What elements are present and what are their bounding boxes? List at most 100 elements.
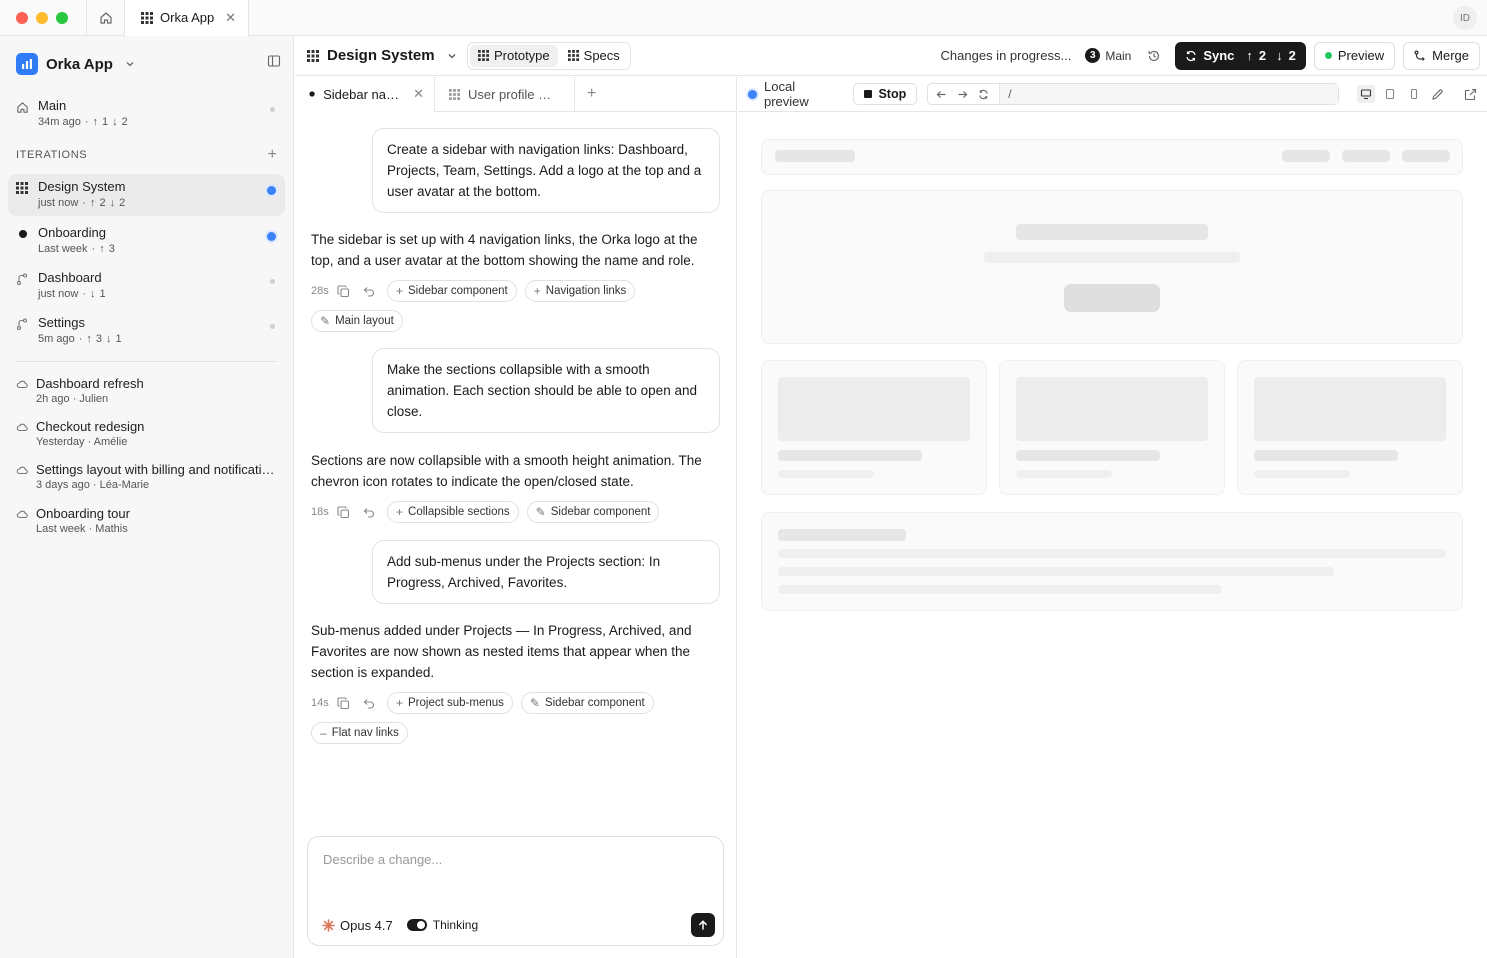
history-item-onboarding-tour[interactable]: Onboarding tour Last week · Mathis [16,506,277,535]
grid-icon [307,49,319,62]
change-chip[interactable]: + Sidebar component [387,280,517,302]
reload-button[interactable] [978,89,989,100]
history-item-settings-layout[interactable]: Settings layout with billing and notific… [16,462,277,491]
send-button[interactable] [691,913,715,937]
preview-button[interactable]: Preview [1313,41,1396,70]
grid-icon [478,50,489,61]
sidebar-item-dashboard[interactable]: Dashboard just now · ↓ 1 [8,265,285,307]
composer[interactable]: Describe a change... Opus 4.7 Thinking [307,836,724,946]
copy-button[interactable] [337,284,350,298]
undo-icon [363,698,374,709]
copy-icon [337,284,350,297]
up-count: 2 [99,197,106,209]
plus-icon: + [396,284,404,298]
history-cloud-icon [16,423,28,432]
preview-label: Preview [1337,48,1385,63]
filled-dot-icon [19,230,27,238]
time-text: just now [38,197,79,209]
project-switcher[interactable]: Design System [295,47,467,64]
arrow-up-icon: ↑ [92,116,98,128]
sidebar-item-onboarding[interactable]: Onboarding Last week · ↑ 3 [8,220,285,262]
model-selector[interactable]: Opus 4.7 [322,918,393,933]
stop-button[interactable]: Stop [853,83,918,105]
sync-icon [1186,50,1196,61]
copy-button[interactable] [337,696,350,710]
chip-label: Main layout [335,315,394,327]
prototype-tab[interactable]: Prototype [470,44,558,67]
zoom-window-button[interactable] [56,11,68,24]
mobile-view-button[interactable] [1405,85,1423,103]
grid-icon [449,88,460,100]
sync-button[interactable]: Sync ↑ 2 ↓ 2 [1175,41,1306,70]
sidebar-toggle-button[interactable] [267,54,281,68]
chevron-down-icon [126,62,134,67]
home-tab[interactable] [86,0,124,36]
plus-icon: + [396,505,404,519]
arrow-up-icon: ↑ [86,333,92,345]
copy-button[interactable] [337,505,350,519]
skeleton-nav-item [1282,150,1330,162]
change-chip[interactable]: ✎ Sidebar component [520,692,654,714]
thinking-toggle[interactable]: Thinking [406,918,479,932]
close-tab-icon[interactable]: ✕ [413,86,424,102]
history-button[interactable] [1147,49,1161,63]
forward-button[interactable] [957,89,968,100]
change-chip[interactable]: + Project sub-menus [387,692,513,714]
chat-tab-user-profile[interactable]: User profile settings [435,76,575,112]
sidebar-divider [16,361,277,362]
change-chip[interactable]: + Collapsible sections [387,501,519,523]
sidebar-item-design-system[interactable]: Design System just now · ↑ 2 ↓ 2 [8,174,285,216]
title-bar: Orka App ✕ ID [0,0,1487,36]
toggle-switch[interactable] [406,919,427,931]
down-count: 1 [99,288,106,300]
history-item-dashboard-refresh[interactable]: Dashboard refresh 2h ago · Julien [16,376,277,405]
close-tab-icon[interactable]: ✕ [225,10,236,26]
message-actions: 14s + Project sub-menus ✎ Sidebar componen… [311,692,731,744]
sidebar-item-meta: 34m ago · ↑ 1 ↓ 2 [38,116,128,128]
sync-up-count: 2 [1258,48,1267,63]
history-item-checkout-redesign[interactable]: Checkout redesign Yesterday · Amélie [16,419,277,448]
copy-icon [337,696,350,709]
open-external-button[interactable] [1464,88,1477,101]
change-chip[interactable]: – Flat nav links [311,722,408,744]
new-tab-button[interactable]: + [587,85,596,103]
sidebar-item-meta: just now · ↓ 1 [38,288,106,300]
desktop-view-button[interactable] [1357,85,1375,103]
chevron-down-icon [448,53,456,58]
arrow-down-icon: ↓ [109,197,116,209]
branch-indicator[interactable]: 3 Main [1085,48,1131,63]
chat-panel: Sidebar navigation ✕ User profile settin… [295,76,737,958]
change-chip[interactable]: ✎ Main layout [311,310,403,332]
url-input[interactable]: / [999,84,1338,104]
sidebar-item-settings[interactable]: Settings 5m ago · ↑ 3 ↓ 1 [8,310,285,352]
skeleton-card [1237,360,1463,495]
change-chip[interactable]: ✎ Sidebar component [526,501,660,523]
skeleton-card [761,360,987,495]
undo-button[interactable] [362,285,375,298]
change-chip[interactable]: + Navigation links [524,280,636,302]
undo-button[interactable] [362,697,375,710]
thinking-label: Thinking [432,918,479,932]
sidebar-item-main[interactable]: Main 34m ago · ↑ 1 ↓ 2 [8,93,285,131]
history-clock-icon [1148,50,1160,61]
assistant-reply: Sections are now collapsible with a smoo… [311,453,702,489]
close-window-button[interactable] [16,11,28,24]
merge-button[interactable]: Merge [1403,41,1480,70]
add-iteration-button[interactable]: + [268,146,277,164]
back-button[interactable] [936,89,947,100]
edit-button[interactable] [1431,88,1444,101]
status-dot [270,324,275,329]
tablet-view-button[interactable] [1381,85,1399,103]
workspace-switcher[interactable]: Orka App [16,52,283,76]
user-prompt-bubble: Make the sections collapsible with a smo… [372,348,720,433]
home-icon [99,11,112,24]
user-avatar[interactable]: ID [1453,6,1477,30]
chip-label: Collapsible sections [408,506,510,518]
chat-tab-sidebar-navigation[interactable]: Sidebar navigation ✕ [295,76,435,112]
specs-tab[interactable]: Specs [560,45,628,67]
sidebar-item-meta: Last week · ↑ 3 [38,243,115,255]
undo-button[interactable] [362,506,375,519]
minimize-window-button[interactable] [36,11,48,24]
app-tab[interactable]: Orka App ✕ [124,0,249,36]
pencil-icon [1432,88,1443,100]
